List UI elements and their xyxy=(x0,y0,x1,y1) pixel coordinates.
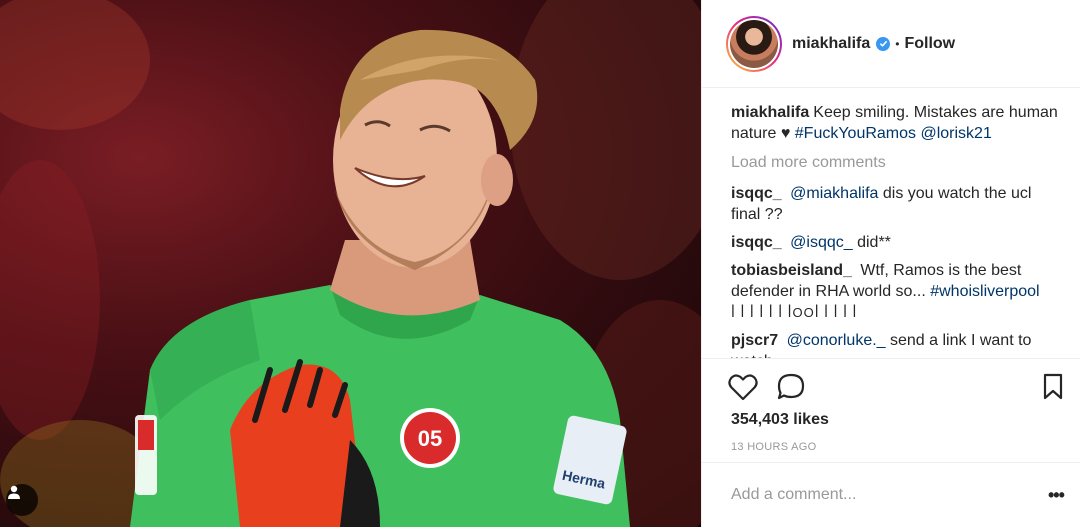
comments-list: miakhalifa Keep smiling. Mistakes are hum… xyxy=(731,102,1061,358)
club-crest-text: 05 xyxy=(418,426,442,451)
comment-item: pjscr7 @conorluke._ send a link I want t… xyxy=(731,330,1061,358)
comment-item: isqqc_ @miakhalifa dis you watch the ucl… xyxy=(731,183,1061,225)
comment-username[interactable]: tobiasbeisland_ xyxy=(731,262,852,279)
separator-dot: • xyxy=(895,36,900,51)
add-comment-bar: ••• xyxy=(702,462,1080,527)
post-actions: 354,403 likes 13 HOURS AGO xyxy=(702,358,1080,462)
post-image: 05 Herma xyxy=(0,0,701,527)
comment-username[interactable]: isqqc_ xyxy=(731,234,782,251)
avatar[interactable] xyxy=(726,15,782,72)
comment-mention[interactable]: @isqqc_ xyxy=(790,234,853,251)
post-timestamp: 13 HOURS AGO xyxy=(731,441,817,453)
more-options-button[interactable]: ••• xyxy=(1048,485,1065,506)
post-photo[interactable]: 05 Herma xyxy=(0,0,701,527)
add-comment-input[interactable] xyxy=(731,483,1031,507)
comment-mention[interactable]: @conorluke._ xyxy=(787,332,886,349)
caption-mention[interactable]: @lorisk21 xyxy=(920,125,991,142)
post-header: miakhalifa • Follow xyxy=(702,0,1080,88)
comment-hashtag[interactable]: #whoisliverpool xyxy=(930,283,1039,300)
comment-username[interactable]: isqqc_ xyxy=(731,185,782,202)
comment-item: isqqc_ @isqqc_ did** xyxy=(731,232,1061,253)
comment-text-extra: ꟾ ꟾ ꟾ ꟾ ꟾ ꟾ ꟾOOꟾ ꟾ ꟾ ꟾ ꟾ xyxy=(731,305,858,320)
bookmark-icon[interactable] xyxy=(1042,373,1072,401)
follow-button[interactable]: Follow xyxy=(904,35,955,53)
heart-icon[interactable] xyxy=(728,373,758,401)
like-count[interactable]: 354,403 likes xyxy=(731,411,829,429)
comment-mention[interactable]: @miakhalifa xyxy=(790,185,878,202)
post-side-panel: miakhalifa • Follow miakhalifa Keep smili… xyxy=(701,0,1080,527)
comment-item: tobiasbeisland_ Wtf, Ramos is the best d… xyxy=(731,260,1061,323)
caption: miakhalifa Keep smiling. Mistakes are hum… xyxy=(731,102,1061,144)
caption-username[interactable]: miakhalifa xyxy=(731,104,809,121)
comment-username[interactable]: pjscr7 xyxy=(731,332,778,349)
caption-hashtag[interactable]: #FuckYouRamos xyxy=(795,125,916,142)
comment-bubble-icon[interactable] xyxy=(776,373,806,401)
user-tag-icon[interactable] xyxy=(6,484,38,516)
comment-text: did** xyxy=(852,234,891,251)
post-author-username[interactable]: miakhalifa xyxy=(792,35,870,53)
load-more-comments-button[interactable]: Load more comments xyxy=(731,152,1061,173)
verified-badge-icon xyxy=(876,36,891,51)
